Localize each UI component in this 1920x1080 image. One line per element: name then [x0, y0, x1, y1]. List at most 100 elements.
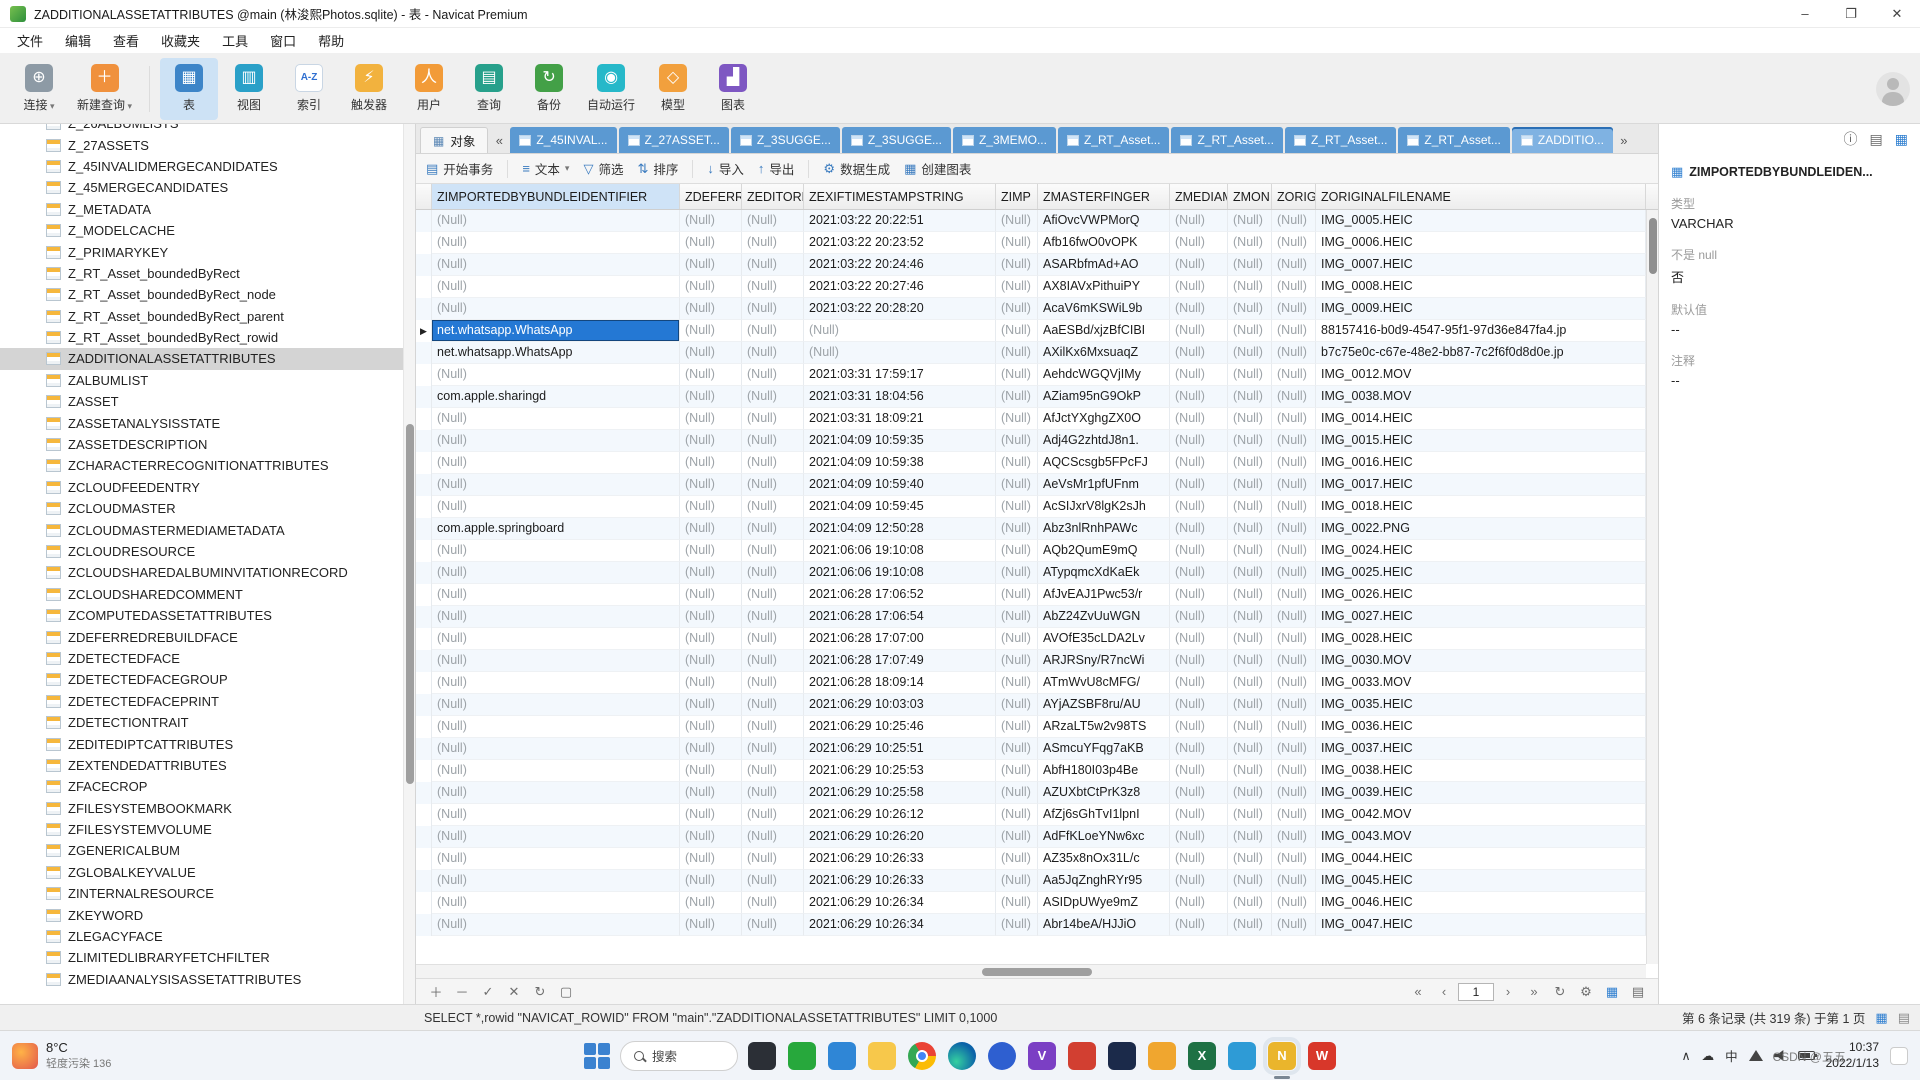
grid-cell[interactable]: (Null) [432, 848, 680, 870]
text-view-button[interactable]: ≡文本▾ [522, 159, 569, 178]
maximize-button[interactable]: ❐ [1828, 0, 1874, 27]
grid-cell[interactable]: (Null) [1228, 276, 1272, 298]
add-record-button[interactable]: ＋ [424, 982, 448, 1001]
grid-cell[interactable]: (Null) [742, 848, 804, 870]
grid-cell[interactable]: (Null) [680, 782, 742, 804]
grid-cell[interactable]: (Null) [742, 518, 804, 540]
grid-cell[interactable]: (Null) [680, 518, 742, 540]
trigger-button[interactable]: ⚡触发器 [340, 58, 398, 120]
sidebar-item-table[interactable]: Z_45INVALIDMERGECANDIDATES [0, 156, 403, 177]
tab-table[interactable]: Z_27ASSET... [619, 127, 729, 153]
grid-cell[interactable]: (Null) [1228, 738, 1272, 760]
grid-cell[interactable]: 2021:06:29 10:26:20 [804, 826, 996, 848]
grid-cell[interactable]: (Null) [996, 826, 1038, 848]
grid-cell[interactable]: (Null) [1170, 870, 1228, 892]
terminal-app-icon[interactable] [748, 1042, 776, 1070]
grid-cell[interactable]: (Null) [1272, 628, 1316, 650]
notification-center-icon[interactable] [1890, 1047, 1908, 1065]
grid-cell[interactable]: (Null) [432, 364, 680, 386]
grid-cell[interactable]: (Null) [1272, 210, 1316, 232]
grid-cell[interactable]: IMG_0024.HEIC [1316, 540, 1646, 562]
grid-cell[interactable]: (Null) [1272, 430, 1316, 452]
grid-cell[interactable]: (Null) [1170, 760, 1228, 782]
grid-cell[interactable]: (Null) [1228, 672, 1272, 694]
grid-cell[interactable]: 2021:03:22 20:27:46 [804, 276, 996, 298]
sidebar-item-table[interactable]: Z_METADATA [0, 199, 403, 220]
table-row[interactable]: (Null)(Null)(Null)2021:03:22 20:28:20(Nu… [416, 298, 1646, 320]
grid-cell[interactable]: (Null) [1170, 672, 1228, 694]
begin-transaction-button[interactable]: ▤开始事务 [426, 159, 493, 178]
table-row[interactable]: (Null)(Null)(Null)2021:04:09 10:59:40(Nu… [416, 474, 1646, 496]
grid-cell[interactable]: (Null) [1272, 870, 1316, 892]
first-page-button[interactable]: « [1406, 984, 1430, 999]
sidebar-item-table[interactable]: Z_PRIMARYKEY [0, 241, 403, 262]
table-row[interactable]: (Null)(Null)(Null)2021:06:28 17:06:52(Nu… [416, 584, 1646, 606]
grid-cell[interactable]: AfJvEAJ1Pwc53/r [1038, 584, 1170, 606]
grid-cell[interactable]: (Null) [432, 826, 680, 848]
grid-cell[interactable]: (Null) [1170, 804, 1228, 826]
info-icon[interactable]: ⓘ [1844, 129, 1858, 149]
sidebar-item-table[interactable]: Z_45MERGECANDIDATES [0, 177, 403, 198]
grid-cell[interactable]: (Null) [1170, 474, 1228, 496]
grid-cell[interactable]: 2021:06:06 19:10:08 [804, 562, 996, 584]
grid-cell[interactable]: (Null) [680, 298, 742, 320]
grid-cell[interactable]: (Null) [432, 584, 680, 606]
grid-cell[interactable]: (Null) [742, 782, 804, 804]
table-row[interactable]: (Null)(Null)(Null)2021:06:29 10:26:20(Nu… [416, 826, 1646, 848]
grid-cell[interactable]: (Null) [432, 540, 680, 562]
grid-cell[interactable]: (Null) [742, 628, 804, 650]
weather-widget[interactable]: 8°C 轻度污染 136 [0, 1040, 210, 1071]
table-row[interactable]: (Null)(Null)(Null)2021:03:22 20:23:52(Nu… [416, 232, 1646, 254]
grid-cell[interactable]: (Null) [742, 320, 804, 342]
grid-cell[interactable]: (Null) [996, 782, 1038, 804]
green-app-icon[interactable] [788, 1042, 816, 1070]
column-header[interactable]: ZEDITORBI( [742, 184, 804, 209]
table-row[interactable]: (Null)(Null)(Null)2021:06:28 17:06:54(Nu… [416, 606, 1646, 628]
grid-cell[interactable]: (Null) [996, 892, 1038, 914]
grid-cell[interactable]: AfZj6sGhTvI1lpnI [1038, 804, 1170, 826]
column-header[interactable]: ZMEDIAM [1170, 184, 1228, 209]
export-button[interactable]: ↑导出 [758, 159, 795, 178]
grid-cell[interactable]: (Null) [1272, 342, 1316, 364]
grid-cell[interactable]: (Null) [680, 584, 742, 606]
grid-cell[interactable]: (Null) [1170, 694, 1228, 716]
users-button[interactable]: 人用户 [400, 58, 458, 120]
wifi-icon[interactable] [1749, 1050, 1763, 1061]
column-header[interactable]: ZIMPORTEDBYBUNDLEIDENTIFIER [432, 184, 680, 209]
grid-cell[interactable]: (Null) [742, 914, 804, 936]
grid-cell[interactable]: (Null) [1228, 386, 1272, 408]
grid-cell[interactable]: (Null) [742, 738, 804, 760]
grid-cell[interactable]: (Null) [742, 760, 804, 782]
grid-cell[interactable]: (Null) [996, 848, 1038, 870]
table-row[interactable]: (Null)(Null)(Null)2021:03:22 20:27:46(Nu… [416, 276, 1646, 298]
grid-cell[interactable]: (Null) [432, 606, 680, 628]
grid-cell[interactable]: (Null) [1170, 650, 1228, 672]
grid-cell[interactable]: IMG_0006.HEIC [1316, 232, 1646, 254]
grid-cell[interactable]: (Null) [680, 562, 742, 584]
grid-cell[interactable]: (Null) [996, 430, 1038, 452]
grid-cell[interactable]: (Null) [680, 848, 742, 870]
grid-cell[interactable]: (Null) [1170, 540, 1228, 562]
menu-item[interactable]: 帮助 [307, 28, 355, 53]
grid-cell[interactable]: (Null) [996, 276, 1038, 298]
grid-cell[interactable]: com.apple.sharingd [432, 386, 680, 408]
sidebar-item-table[interactable]: ZMEDIAANALYSISASSETATTRIBUTES [0, 969, 403, 990]
grid-cell[interactable]: AZ35x8nOx31L/c [1038, 848, 1170, 870]
grid-cell[interactable]: (Null) [996, 254, 1038, 276]
grid-cell[interactable]: 2021:04:09 10:59:38 [804, 452, 996, 474]
table-row[interactable]: (Null)(Null)(Null)2021:06:29 10:26:33(Nu… [416, 870, 1646, 892]
grid-cell[interactable]: (Null) [1228, 782, 1272, 804]
grid-cell[interactable]: (Null) [996, 738, 1038, 760]
column-header[interactable]: ZDEFERRE( [680, 184, 742, 209]
sidebar-item-table[interactable]: ZASSET [0, 391, 403, 412]
sidebar-item-table[interactable]: ZCLOUDSHAREDALBUMINVITATIONRECORD [0, 562, 403, 583]
grid-cell[interactable]: (Null) [996, 650, 1038, 672]
grid-cell[interactable]: (Null) [996, 386, 1038, 408]
grid-cell[interactable]: 2021:06:29 10:26:34 [804, 914, 996, 936]
sidebar-item-table[interactable]: ZDETECTEDFACEPRINT [0, 691, 403, 712]
grid-cell[interactable]: com.apple.springboard [432, 518, 680, 540]
grid-cell[interactable]: 2021:06:28 17:07:00 [804, 628, 996, 650]
grid-cell[interactable]: (Null) [1170, 848, 1228, 870]
grid-cell[interactable]: AZUXbtCtPrK3z8 [1038, 782, 1170, 804]
grid-cell[interactable]: IMG_0045.HEIC [1316, 870, 1646, 892]
